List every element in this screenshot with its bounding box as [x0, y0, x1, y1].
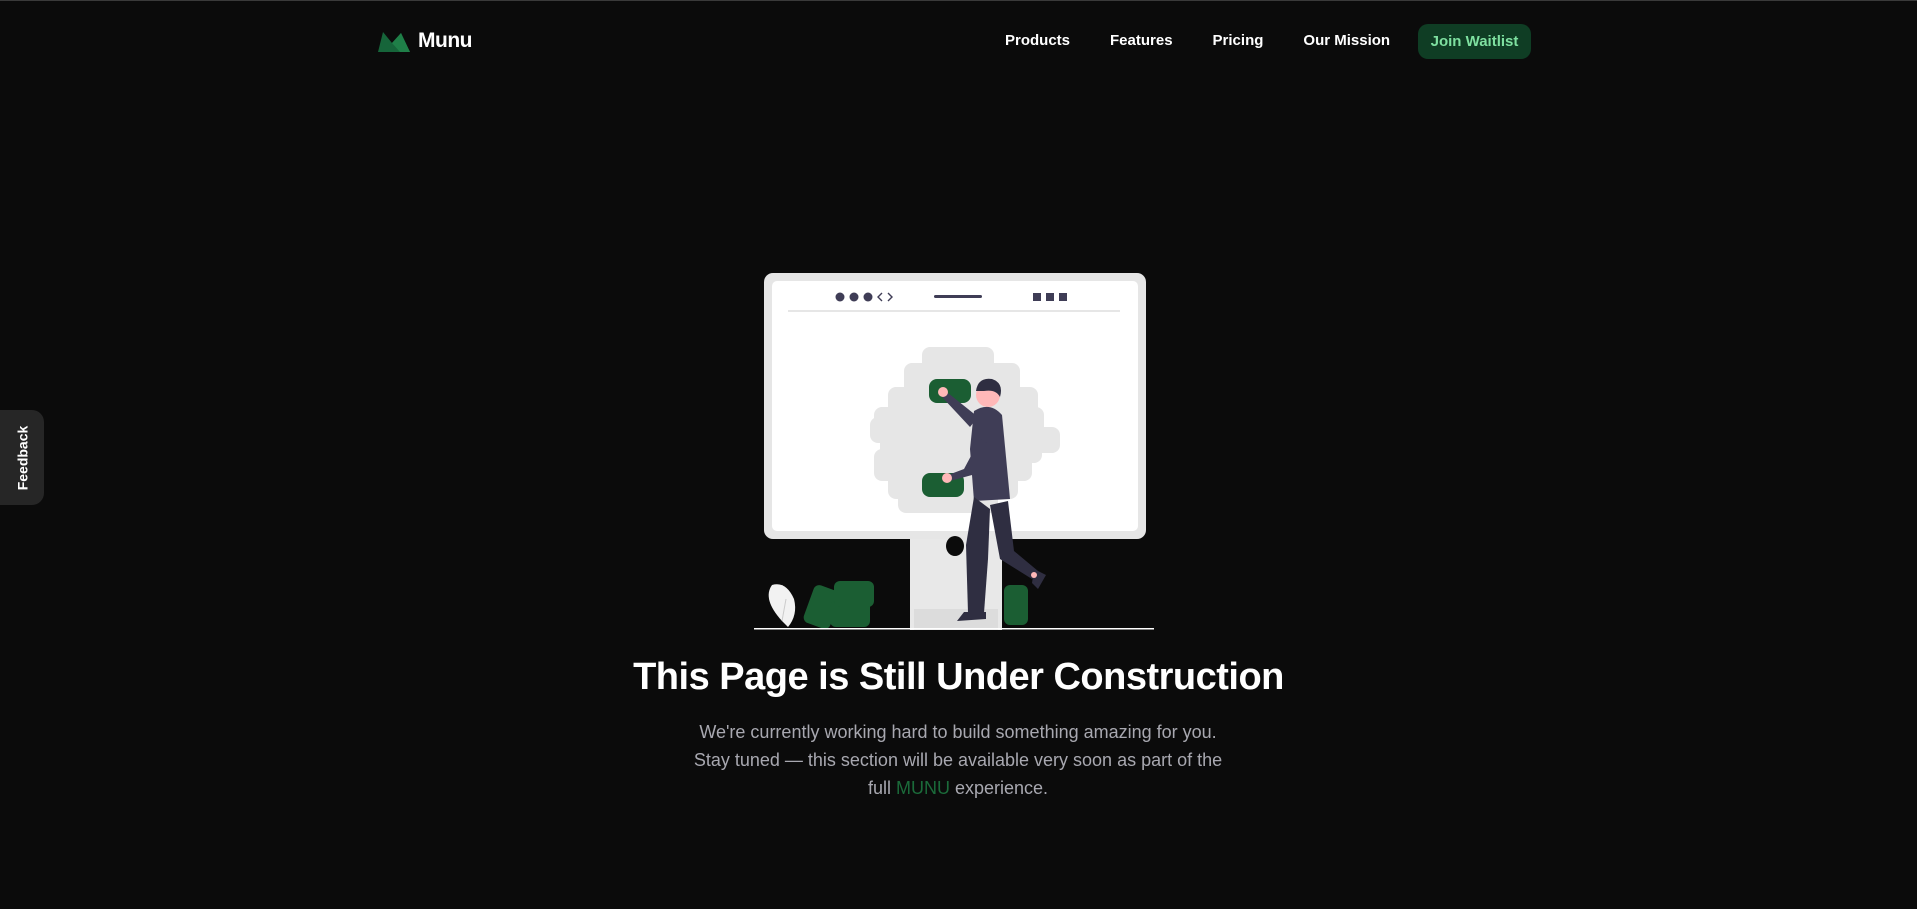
feedback-label: Feedback: [14, 425, 30, 490]
description-line-2: Stay tuned — this section will be availa…: [693, 750, 1223, 770]
description-line-3-before: full: [867, 778, 891, 798]
nav-our-mission[interactable]: Our Mission: [1303, 31, 1390, 51]
site-header: Munu Products Features Pricing Our Missi…: [0, 1, 1917, 81]
description-line-3-after: experience.: [954, 778, 1049, 798]
brand-highlight: MUNU: [895, 778, 950, 798]
logo-text: Munu: [418, 29, 472, 52]
page-title: This Page is Still Under Construction: [633, 656, 1284, 698]
page-description: We're currently working hard to build so…: [608, 718, 1308, 802]
nav-pricing[interactable]: Pricing: [1213, 31, 1264, 51]
nav-products[interactable]: Products: [1005, 31, 1070, 51]
main-nav: Products Features Pricing Our Mission: [1005, 31, 1390, 51]
page: Munu Products Features Pricing Our Missi…: [0, 0, 1917, 909]
under-construction-illustration: [754, 273, 1154, 630]
feedback-tab[interactable]: Feedback: [0, 410, 44, 505]
join-waitlist-button[interactable]: Join Waitlist: [1418, 24, 1531, 59]
munu-logo-icon: [378, 32, 410, 52]
description-line-1: We're currently working hard to build so…: [699, 722, 1217, 742]
nav-features[interactable]: Features: [1110, 31, 1173, 51]
logo[interactable]: Munu: [378, 29, 472, 53]
